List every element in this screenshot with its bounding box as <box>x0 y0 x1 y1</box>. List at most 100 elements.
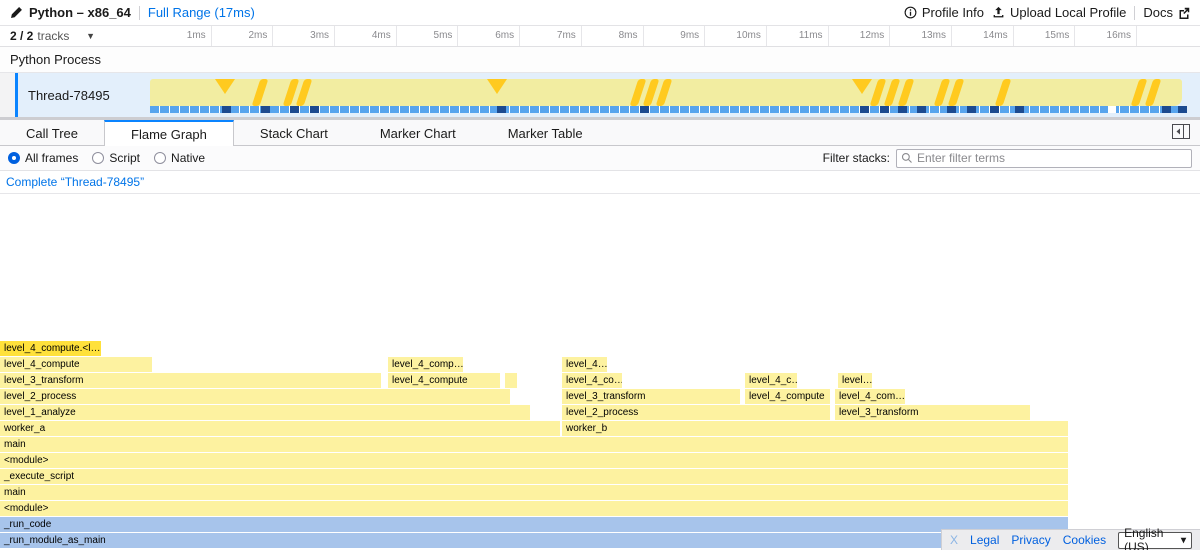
marker-triangle <box>487 79 507 94</box>
ruler-tick: 3ms <box>273 26 335 46</box>
upload-icon <box>992 6 1005 19</box>
edit-pencil-icon[interactable] <box>10 6 23 19</box>
breadcrumb[interactable]: Complete “Thread-78495” <box>6 175 144 189</box>
strip-navy-mark <box>1178 106 1187 113</box>
flame-graph-frame[interactable]: level_4_comp… <box>388 357 463 372</box>
track-python-process[interactable]: Python Process <box>0 47 1200 73</box>
tab-flame-graph[interactable]: Flame Graph <box>104 120 234 146</box>
profile-info-button[interactable]: Profile Info <box>904 5 984 20</box>
tracks-dropdown[interactable]: 2 / 2 tracks ▼ <box>0 26 150 46</box>
flame-graph-frame[interactable]: level_3_transform <box>835 405 1030 420</box>
flame-graph-frame[interactable]: level_2_process <box>0 389 510 404</box>
radio-all-frames[interactable]: All frames <box>8 151 78 165</box>
flame-graph-frame[interactable]: main <box>0 485 1068 500</box>
full-range-button[interactable]: Full Range (17ms) <box>148 5 255 20</box>
track-gutter <box>0 73 15 117</box>
flame-graph-frame[interactable]: level_4_compute <box>745 389 830 404</box>
footer-close-button[interactable]: X <box>950 533 958 547</box>
track-thread-78495[interactable]: Thread-78495 <box>0 73 1200 117</box>
strip-navy-mark <box>860 106 869 113</box>
flame-graph-row: _execute_script <box>0 469 1200 485</box>
profile-name-label: Python – x86_64 <box>29 5 131 20</box>
footer-link-legal[interactable]: Legal <box>970 533 999 547</box>
ruler-tick: 6ms <box>458 26 520 46</box>
filter-input-container <box>896 149 1192 168</box>
marker-slash <box>995 79 1012 106</box>
timeline-ruler-row: 2 / 2 tracks ▼ 1ms2ms3ms4ms5ms6ms7ms8ms9… <box>0 26 1200 47</box>
flame-graph-frame[interactable]: main <box>0 437 1068 452</box>
filter-input[interactable] <box>917 151 1187 165</box>
ruler-tick: 2ms <box>212 26 274 46</box>
radio-circle-icon <box>154 152 166 164</box>
marker-slash <box>296 79 313 106</box>
flame-graph-frame[interactable]: level_2_process <box>562 405 830 420</box>
radio-native[interactable]: Native <box>154 151 205 165</box>
thread-activity-canvas[interactable] <box>150 73 1200 117</box>
tab-stack-chart[interactable]: Stack Chart <box>234 120 354 145</box>
flame-graph-frame[interactable]: level_3_transform <box>562 389 740 404</box>
flame-graph-frame[interactable]: level_4_compute <box>388 373 500 388</box>
flame-graph-frame[interactable]: <module> <box>0 453 1068 468</box>
marker-slash <box>948 79 965 106</box>
radio-script[interactable]: Script <box>92 151 140 165</box>
profile-name: Python – x86_64 <box>10 5 131 20</box>
radio-circle-icon <box>8 152 20 164</box>
flame-graph-frame[interactable]: <module> <box>0 501 1068 516</box>
tab-marker-table[interactable]: Marker Table <box>482 120 609 145</box>
flame-graph-frame[interactable]: level_4_com… <box>835 389 905 404</box>
ruler-tick: 13ms <box>890 26 952 46</box>
flame-graph-frame[interactable]: level_4_c… <box>745 373 797 388</box>
flame-graph-panel[interactable]: level_4_compute.<l…level_4_computelevel_… <box>0 194 1200 550</box>
firefox-profiler-app: Python – x86_64 Full Range (17ms) Profil… <box>0 0 1200 550</box>
radio-circle-icon <box>92 152 104 164</box>
footer-link-privacy[interactable]: Privacy <box>1011 533 1050 547</box>
chevron-down-icon: ▼ <box>86 31 95 41</box>
flame-graph-frame[interactable] <box>505 373 517 388</box>
time-ruler: 1ms2ms3ms4ms5ms6ms7ms8ms9ms10ms11ms12ms1… <box>150 26 1200 46</box>
sidebar-toggle-icon[interactable] <box>1170 124 1192 142</box>
divider <box>1134 6 1135 20</box>
flame-graph-row: <module> <box>0 501 1200 517</box>
docs-button[interactable]: Docs <box>1143 5 1190 20</box>
flame-graph-frame[interactable]: level… <box>838 373 872 388</box>
footer-link-cookies[interactable]: Cookies <box>1063 533 1106 547</box>
sample-strip <box>150 106 1182 113</box>
radio-label: Native <box>171 151 205 165</box>
flame-graph: level_4_compute.<l…level_4_computelevel_… <box>0 341 1200 549</box>
ruler-tick: 15ms <box>1014 26 1076 46</box>
marker-triangle <box>852 79 872 94</box>
strip-navy-mark <box>290 106 299 113</box>
flame-graph-row: level_3_transform level_4_compute level_4_… <box>0 373 1200 389</box>
language-value: English (US) <box>1124 526 1173 550</box>
flame-graph-frame[interactable]: level_3_transform <box>0 373 381 388</box>
flame-graph-row: level_1_analyze level_2_process level_3_tr… <box>0 405 1200 421</box>
external-link-icon <box>1178 7 1190 19</box>
ruler-tick: 12ms <box>829 26 891 46</box>
flame-graph-frame[interactable]: level_4_compute <box>0 357 152 372</box>
divider <box>139 6 140 20</box>
strip-navy-mark <box>990 106 999 113</box>
marker-slash <box>1145 79 1162 106</box>
strip-navy-mark <box>222 106 231 113</box>
flame-graph-frame[interactable]: level_4_compute.<l… <box>0 341 101 356</box>
flame-graph-row: level_2_process level_3_transform level_4_… <box>0 389 1200 405</box>
flame-graph-frame[interactable]: level_4… <box>562 357 607 372</box>
language-select[interactable]: English (US) ▾ <box>1118 532 1192 549</box>
strip-navy-mark <box>898 106 907 113</box>
tracks-count: 2 / 2 <box>10 29 33 43</box>
upload-local-profile-button[interactable]: Upload Local Profile <box>992 5 1126 20</box>
flame-graph-frame[interactable]: _run_module_as_main <box>0 533 1068 548</box>
radio-label: Script <box>109 151 140 165</box>
ruler-tick: 8ms <box>582 26 644 46</box>
flame-graph-frame[interactable]: worker_a <box>0 421 560 436</box>
flame-graph-frame[interactable]: level_4_co… <box>562 373 622 388</box>
flame-graph-frame[interactable]: _execute_script <box>0 469 1068 484</box>
tab-marker-chart[interactable]: Marker Chart <box>354 120 482 145</box>
flame-graph-frame[interactable]: worker_b <box>562 421 1068 436</box>
strip-navy-mark <box>640 106 649 113</box>
flame-graph-frame[interactable]: level_1_analyze <box>0 405 530 420</box>
radio-label: All frames <box>25 151 78 165</box>
strip-navy-mark <box>1015 106 1024 113</box>
flame-graph-frame[interactable]: _run_code <box>0 517 1068 532</box>
tab-call-tree[interactable]: Call Tree <box>0 120 104 145</box>
